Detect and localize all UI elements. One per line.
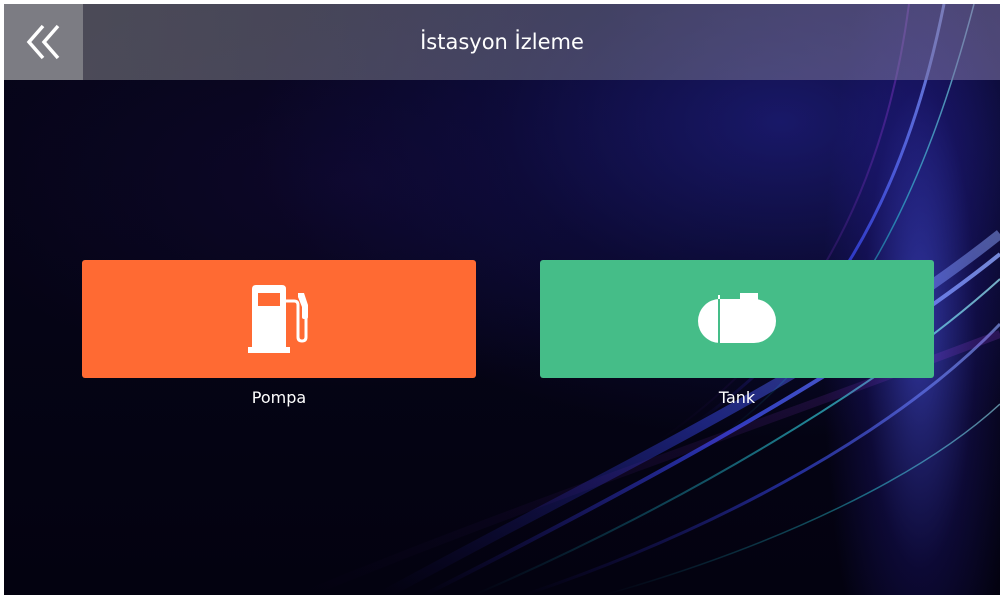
fuel-pump-icon — [248, 285, 308, 353]
top-bar — [4, 4, 1000, 80]
tank-button[interactable] — [540, 260, 934, 378]
pompa-label: Pompa — [251, 388, 307, 407]
double-chevron-left-icon — [26, 24, 59, 60]
fuel-tank-icon — [698, 293, 776, 345]
tank-label: Tank — [718, 388, 756, 407]
back-button[interactable] — [4, 4, 83, 80]
app-screen: İstasyon İzleme Pompa Tank — [4, 4, 1000, 595]
pompa-button[interactable] — [82, 260, 476, 378]
